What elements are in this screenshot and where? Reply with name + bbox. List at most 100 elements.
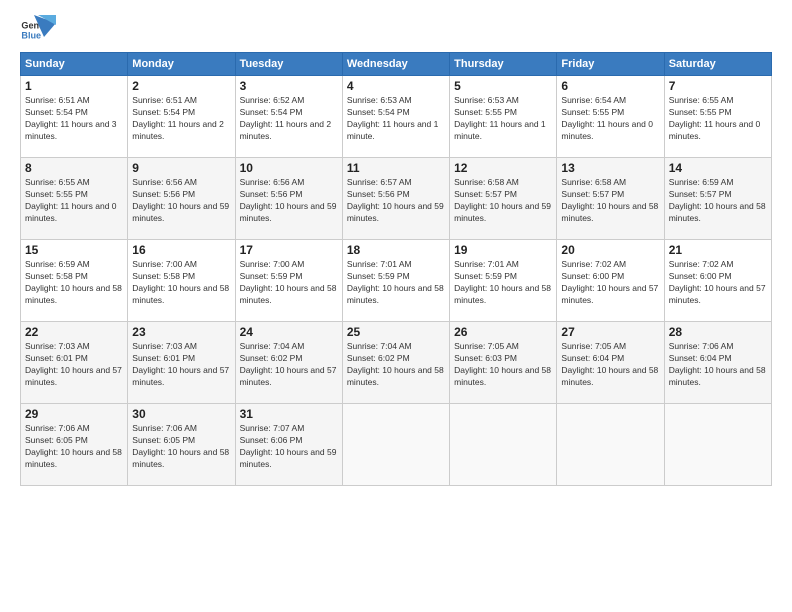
daylight-label: Daylight: 10 hours and 59 minutes. [132,201,229,223]
sunset-label: Sunset: 6:00 PM [669,271,732,281]
page-header: General Blue [20,16,772,44]
day-number: 10 [240,161,338,175]
day-number: 21 [669,243,767,257]
calendar-cell: 22 Sunrise: 7:03 AM Sunset: 6:01 PM Dayl… [21,322,128,404]
calendar-cell: 16 Sunrise: 7:00 AM Sunset: 5:58 PM Dayl… [128,240,235,322]
day-number: 19 [454,243,552,257]
weekday-header: Friday [557,53,664,76]
calendar-cell: 4 Sunrise: 6:53 AM Sunset: 5:54 PM Dayli… [342,76,449,158]
daylight-label: Daylight: 10 hours and 58 minutes. [669,201,766,223]
sunrise-label: Sunrise: 6:53 AM [347,95,412,105]
calendar-cell: 17 Sunrise: 7:00 AM Sunset: 5:59 PM Dayl… [235,240,342,322]
day-info: Sunrise: 6:51 AM Sunset: 5:54 PM Dayligh… [25,95,123,143]
weekday-header: Wednesday [342,53,449,76]
day-info: Sunrise: 6:55 AM Sunset: 5:55 PM Dayligh… [25,177,123,225]
day-number: 27 [561,325,659,339]
sunset-label: Sunset: 6:01 PM [132,353,195,363]
day-number: 9 [132,161,230,175]
calendar-cell: 30 Sunrise: 7:06 AM Sunset: 6:05 PM Dayl… [128,404,235,486]
daylight-label: Daylight: 10 hours and 58 minutes. [561,201,658,223]
day-number: 16 [132,243,230,257]
sunset-label: Sunset: 5:57 PM [454,189,517,199]
sunrise-label: Sunrise: 6:56 AM [240,177,305,187]
daylight-label: Daylight: 10 hours and 58 minutes. [132,447,229,469]
calendar-cell: 24 Sunrise: 7:04 AM Sunset: 6:02 PM Dayl… [235,322,342,404]
daylight-label: Daylight: 10 hours and 59 minutes. [240,447,337,469]
day-number: 4 [347,79,445,93]
daylight-label: Daylight: 10 hours and 57 minutes. [240,365,337,387]
daylight-label: Daylight: 10 hours and 57 minutes. [561,283,658,305]
daylight-label: Daylight: 10 hours and 57 minutes. [669,283,766,305]
sunrise-label: Sunrise: 7:06 AM [25,423,90,433]
calendar-header-row: SundayMondayTuesdayWednesdayThursdayFrid… [21,53,772,76]
calendar-table: SundayMondayTuesdayWednesdayThursdayFrid… [20,52,772,486]
calendar-cell: 27 Sunrise: 7:05 AM Sunset: 6:04 PM Dayl… [557,322,664,404]
sunset-label: Sunset: 6:05 PM [132,435,195,445]
day-number: 18 [347,243,445,257]
sunrise-label: Sunrise: 6:58 AM [454,177,519,187]
daylight-label: Daylight: 10 hours and 58 minutes. [347,283,444,305]
daylight-label: Daylight: 10 hours and 59 minutes. [240,201,337,223]
daylight-label: Daylight: 11 hours and 1 minute. [454,119,546,141]
calendar-week-row: 22 Sunrise: 7:03 AM Sunset: 6:01 PM Dayl… [21,322,772,404]
day-number: 28 [669,325,767,339]
day-number: 31 [240,407,338,421]
sunset-label: Sunset: 5:55 PM [669,107,732,117]
day-info: Sunrise: 7:01 AM Sunset: 5:59 PM Dayligh… [454,259,552,307]
day-info: Sunrise: 6:59 AM Sunset: 5:58 PM Dayligh… [25,259,123,307]
sunrise-label: Sunrise: 6:55 AM [669,95,734,105]
day-number: 26 [454,325,552,339]
calendar-cell: 8 Sunrise: 6:55 AM Sunset: 5:55 PM Dayli… [21,158,128,240]
sunset-label: Sunset: 5:54 PM [347,107,410,117]
daylight-label: Daylight: 10 hours and 58 minutes. [132,283,229,305]
day-number: 1 [25,79,123,93]
sunrise-label: Sunrise: 7:03 AM [132,341,197,351]
sunrise-label: Sunrise: 6:56 AM [132,177,197,187]
day-info: Sunrise: 6:56 AM Sunset: 5:56 PM Dayligh… [132,177,230,225]
sunrise-label: Sunrise: 7:02 AM [669,259,734,269]
day-number: 5 [454,79,552,93]
calendar-cell: 26 Sunrise: 7:05 AM Sunset: 6:03 PM Dayl… [450,322,557,404]
sunset-label: Sunset: 5:59 PM [240,271,303,281]
day-number: 11 [347,161,445,175]
daylight-label: Daylight: 10 hours and 58 minutes. [25,283,122,305]
day-info: Sunrise: 6:53 AM Sunset: 5:55 PM Dayligh… [454,95,552,143]
sunset-label: Sunset: 5:55 PM [25,189,88,199]
calendar-week-row: 8 Sunrise: 6:55 AM Sunset: 5:55 PM Dayli… [21,158,772,240]
calendar-cell [557,404,664,486]
sunrise-label: Sunrise: 7:04 AM [347,341,412,351]
day-number: 20 [561,243,659,257]
day-info: Sunrise: 6:57 AM Sunset: 5:56 PM Dayligh… [347,177,445,225]
calendar-cell: 12 Sunrise: 6:58 AM Sunset: 5:57 PM Dayl… [450,158,557,240]
sunrise-label: Sunrise: 6:51 AM [132,95,197,105]
sunset-label: Sunset: 5:55 PM [561,107,624,117]
calendar-cell: 5 Sunrise: 6:53 AM Sunset: 5:55 PM Dayli… [450,76,557,158]
day-number: 22 [25,325,123,339]
day-info: Sunrise: 7:00 AM Sunset: 5:58 PM Dayligh… [132,259,230,307]
calendar-cell: 14 Sunrise: 6:59 AM Sunset: 5:57 PM Dayl… [664,158,771,240]
daylight-label: Daylight: 10 hours and 58 minutes. [25,447,122,469]
daylight-label: Daylight: 11 hours and 0 minutes. [561,119,653,141]
calendar-cell: 23 Sunrise: 7:03 AM Sunset: 6:01 PM Dayl… [128,322,235,404]
calendar-cell [450,404,557,486]
day-info: Sunrise: 7:03 AM Sunset: 6:01 PM Dayligh… [25,341,123,389]
calendar-cell: 11 Sunrise: 6:57 AM Sunset: 5:56 PM Dayl… [342,158,449,240]
daylight-label: Daylight: 11 hours and 0 minutes. [669,119,761,141]
sunrise-label: Sunrise: 6:52 AM [240,95,305,105]
sunset-label: Sunset: 6:00 PM [561,271,624,281]
day-number: 30 [132,407,230,421]
sunset-label: Sunset: 5:55 PM [454,107,517,117]
daylight-label: Daylight: 10 hours and 58 minutes. [561,365,658,387]
day-number: 6 [561,79,659,93]
daylight-label: Daylight: 10 hours and 57 minutes. [25,365,122,387]
sunrise-label: Sunrise: 7:05 AM [454,341,519,351]
day-number: 25 [347,325,445,339]
day-number: 13 [561,161,659,175]
sunrise-label: Sunrise: 6:57 AM [347,177,412,187]
calendar-cell: 28 Sunrise: 7:06 AM Sunset: 6:04 PM Dayl… [664,322,771,404]
sunset-label: Sunset: 5:54 PM [25,107,88,117]
day-number: 2 [132,79,230,93]
calendar-cell: 19 Sunrise: 7:01 AM Sunset: 5:59 PM Dayl… [450,240,557,322]
sunrise-label: Sunrise: 7:01 AM [454,259,519,269]
day-number: 15 [25,243,123,257]
